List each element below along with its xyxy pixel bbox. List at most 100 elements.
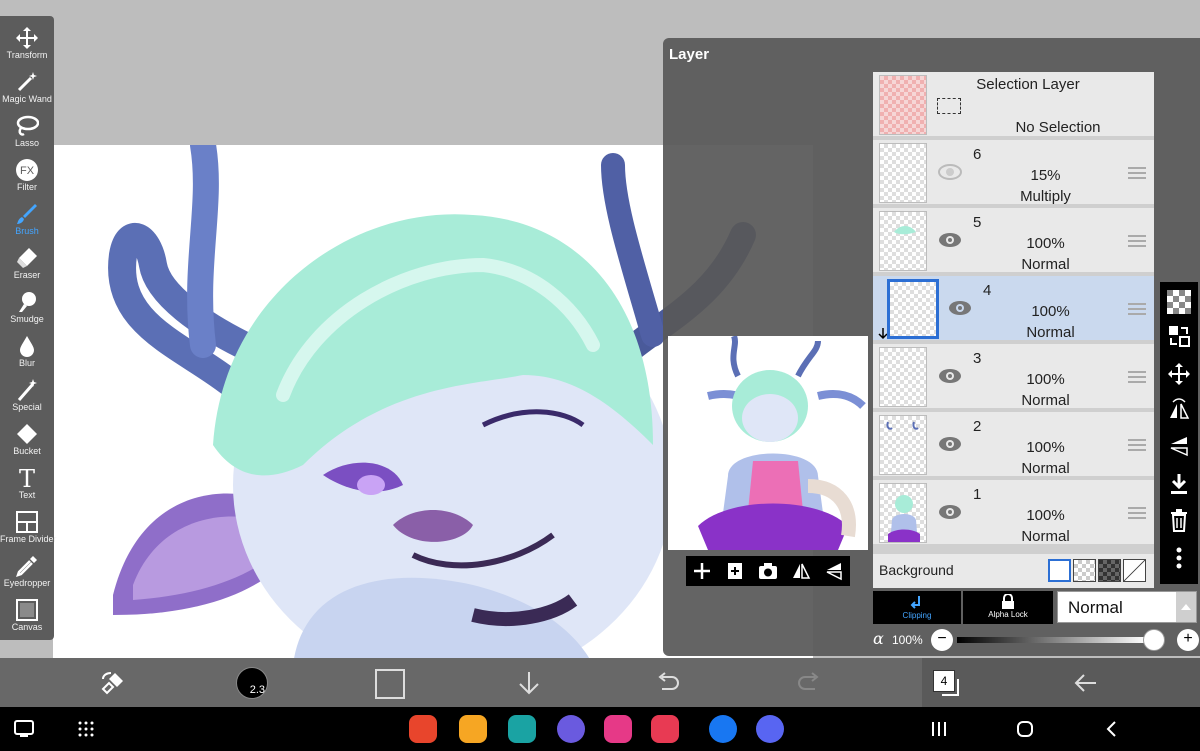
app-icon-discord[interactable] <box>756 715 784 743</box>
tool-blur[interactable]: Blur <box>0 330 54 374</box>
transparency-checker-icon[interactable] <box>1167 290 1191 314</box>
magic-wand-icon <box>17 72 37 92</box>
app-grid-icon[interactable] <box>78 721 94 737</box>
brush-size-indicator[interactable]: 2.3 <box>236 667 268 699</box>
fx-glyph: FX <box>20 165 35 177</box>
flip-layer-vertical-icon[interactable] <box>1167 434 1191 458</box>
undo-icon[interactable] <box>654 669 682 697</box>
fx-icon: FX <box>16 159 38 181</box>
background-none-swatch[interactable] <box>1123 559 1146 582</box>
tool-lasso[interactable]: Lasso <box>0 110 54 154</box>
tool-brush[interactable]: Brush <box>0 198 54 242</box>
layer-row[interactable]: 5 100% Normal <box>873 208 1154 274</box>
canvas-preview[interactable] <box>668 336 868 550</box>
back-arrow-icon[interactable] <box>1072 669 1100 697</box>
alpha-lock-button[interactable]: Alpha Lock <box>963 591 1053 624</box>
drag-handle-icon[interactable] <box>1128 507 1146 519</box>
eraser-icon <box>17 248 37 268</box>
blend-mode-value: Normal <box>1068 598 1123 617</box>
background-dark-swatch[interactable] <box>1098 559 1121 582</box>
blend-mode-select[interactable]: Normal <box>1057 591 1197 623</box>
tool-eraser[interactable]: Eraser <box>0 242 54 286</box>
layer-number: 5 <box>973 214 982 231</box>
text-glyph: T <box>19 466 35 490</box>
opacity-decrease-button[interactable]: − <box>931 629 953 651</box>
app-icon-calendar[interactable] <box>508 715 536 743</box>
app-icon-notes[interactable] <box>409 715 437 743</box>
selection-layer-row[interactable]: Selection Layer No Selection <box>873 72 1154 138</box>
visibility-eye-icon[interactable] <box>937 162 963 182</box>
drag-handle-icon[interactable] <box>1128 167 1146 179</box>
flip-horizontal-icon[interactable] <box>790 560 812 582</box>
lasso-icon <box>16 115 39 136</box>
flip-vertical-icon[interactable] <box>823 560 845 582</box>
text-icon: T <box>19 466 35 490</box>
move-layer-icon[interactable] <box>1167 362 1191 386</box>
layer-thumbnail <box>879 347 927 407</box>
tool-smudge[interactable]: Smudge <box>0 286 54 330</box>
tool-label: Blur <box>18 358 35 368</box>
tool-text[interactable]: T Text <box>0 462 54 506</box>
more-options-icon[interactable] <box>1167 546 1191 570</box>
tool-frame-divider[interactable]: Frame Divider <box>0 506 57 550</box>
layer-thumbnail <box>879 75 927 135</box>
tool-magic-wand[interactable]: Magic Wand <box>0 66 54 110</box>
drag-handle-icon[interactable] <box>1128 439 1146 451</box>
visibility-eye-icon[interactable] <box>937 230 963 250</box>
screen-icon[interactable] <box>14 719 34 739</box>
layer-row[interactable]: 3 100% Normal <box>873 344 1154 410</box>
down-arrow-icon[interactable] <box>515 669 543 697</box>
app-icon-gallery[interactable] <box>604 715 632 743</box>
home-icon[interactable] <box>1016 720 1034 738</box>
camera-icon[interactable] <box>757 560 779 582</box>
visibility-eye-icon[interactable] <box>937 366 963 386</box>
opacity-increase-button[interactable]: + <box>1177 629 1199 651</box>
recent-apps-icon[interactable] <box>930 721 948 737</box>
visibility-eye-icon[interactable] <box>937 502 963 522</box>
opacity-slider-track[interactable] <box>957 637 1147 643</box>
flip-layer-horizontal-icon[interactable] <box>1167 398 1191 422</box>
tool-eyedropper[interactable]: Eyedropper <box>0 550 54 594</box>
visibility-eye-icon[interactable] <box>947 298 973 318</box>
brush-eraser-swap-icon[interactable] <box>99 669 127 697</box>
app-icon-facebook[interactable] <box>709 715 737 743</box>
color-swatch[interactable] <box>375 669 405 699</box>
layer-row[interactable]: 2 100% Normal <box>873 412 1154 478</box>
layer-side-toolbar <box>1160 282 1198 584</box>
layer-number: 6 <box>973 146 982 163</box>
tool-special[interactable]: Special <box>0 374 54 418</box>
add-layer-icon[interactable] <box>691 560 713 582</box>
brush-icon <box>17 204 37 224</box>
app-icon-camera[interactable] <box>651 715 679 743</box>
layer-thumbnail <box>879 483 927 543</box>
drag-handle-icon[interactable] <box>1128 235 1146 247</box>
layer-thumbnail <box>879 143 927 203</box>
layers-stack-icon <box>942 679 959 696</box>
tool-transform[interactable]: Transform <box>0 22 54 66</box>
app-icon-internet[interactable] <box>557 715 585 743</box>
drag-handle-icon[interactable] <box>1128 303 1146 315</box>
add-layer-copy-icon[interactable] <box>724 560 746 582</box>
merge-down-icon[interactable] <box>1167 472 1191 496</box>
layer-row[interactable]: 6 15% Multiply <box>873 140 1154 206</box>
back-nav-icon[interactable] <box>1105 720 1119 738</box>
visibility-eye-icon[interactable] <box>937 434 963 454</box>
layer-row-selected[interactable]: 4 100% Normal <box>873 276 1154 342</box>
opacity-slider-handle[interactable] <box>1143 629 1165 651</box>
app-icon-files[interactable] <box>459 715 487 743</box>
clipping-button[interactable]: Clipping <box>873 591 961 624</box>
redo-icon[interactable] <box>795 669 823 697</box>
layer-row[interactable]: 1 100% Normal <box>873 480 1154 546</box>
trash-icon[interactable] <box>1167 508 1191 532</box>
background-label: Background <box>879 562 954 578</box>
background-transparent-swatch[interactable] <box>1073 559 1096 582</box>
drag-handle-icon[interactable] <box>1128 371 1146 383</box>
swap-layers-icon[interactable] <box>1167 324 1191 348</box>
tool-filter[interactable]: FX Filter <box>0 154 54 198</box>
background-white-swatch[interactable] <box>1048 559 1071 582</box>
tool-bucket[interactable]: Bucket <box>0 418 54 462</box>
tool-label: Filter <box>17 182 37 192</box>
layer-list: Selection Layer No Selection 6 15% Multi… <box>873 72 1154 588</box>
tool-canvas[interactable]: Canvas <box>0 594 54 638</box>
opacity-value: 100% <box>892 633 923 647</box>
